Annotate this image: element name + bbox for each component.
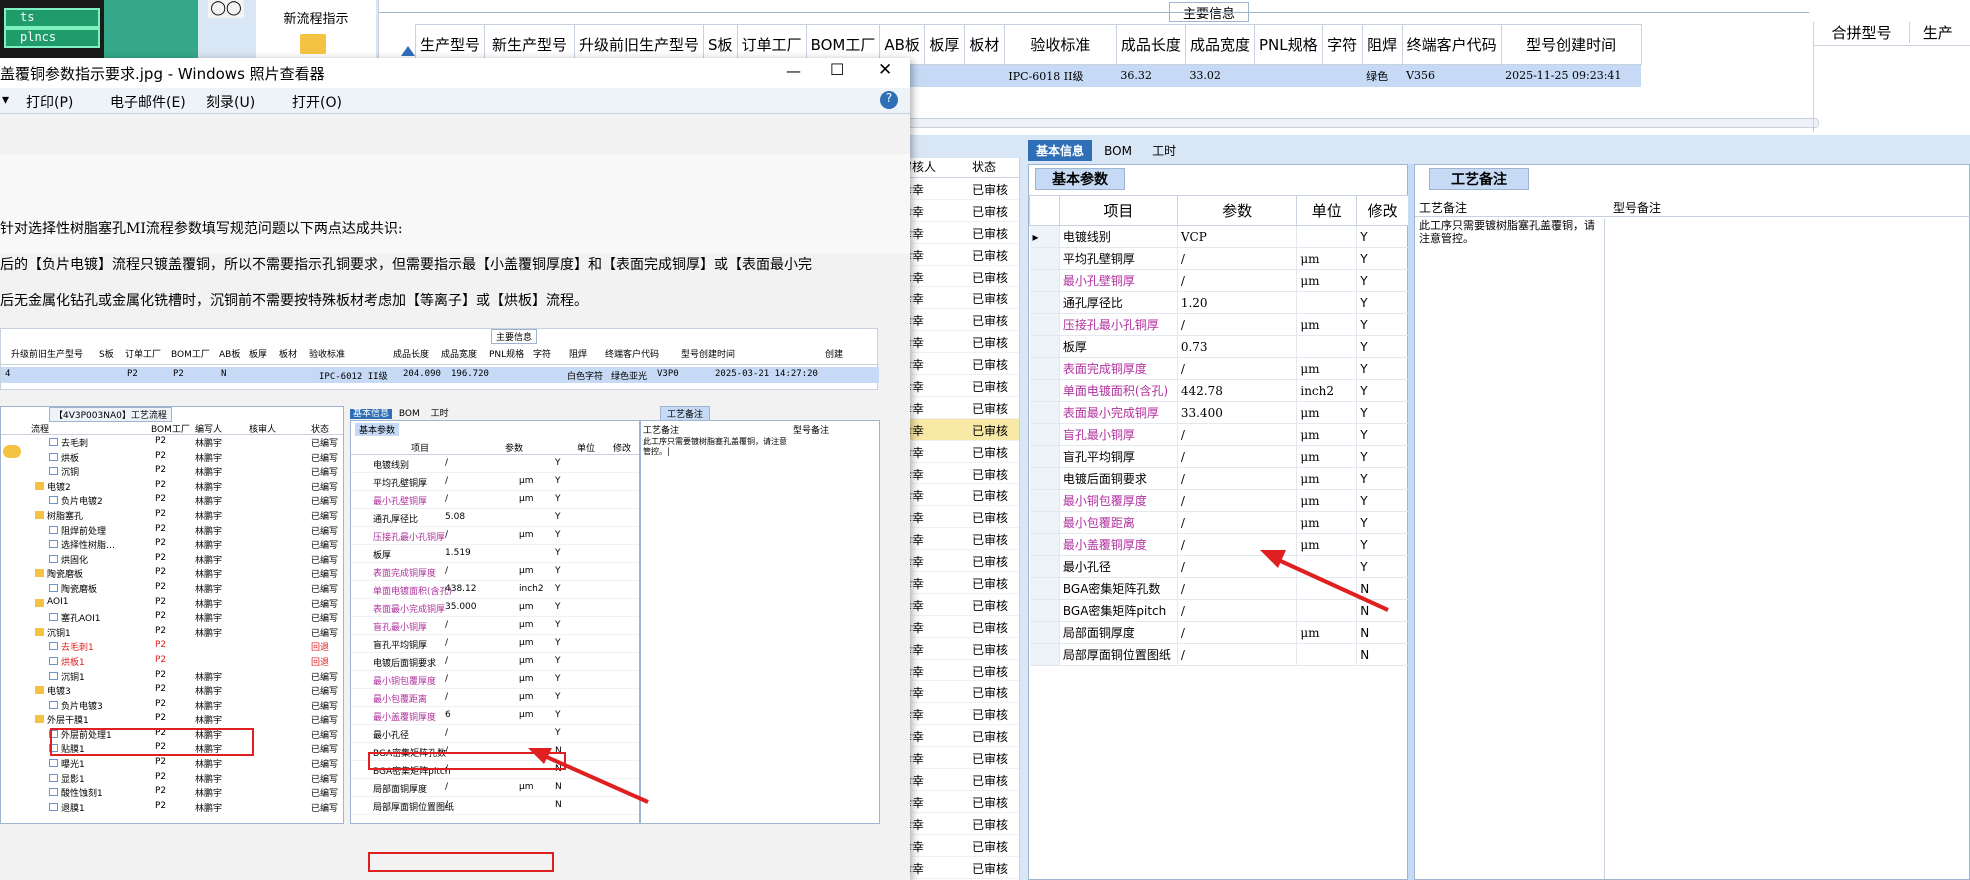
arrow-main — [1273, 556, 1389, 612]
arrow-mini — [539, 752, 649, 804]
arrow-main-head — [1260, 550, 1286, 568]
annotation-arrows — [528, 550, 1389, 804]
